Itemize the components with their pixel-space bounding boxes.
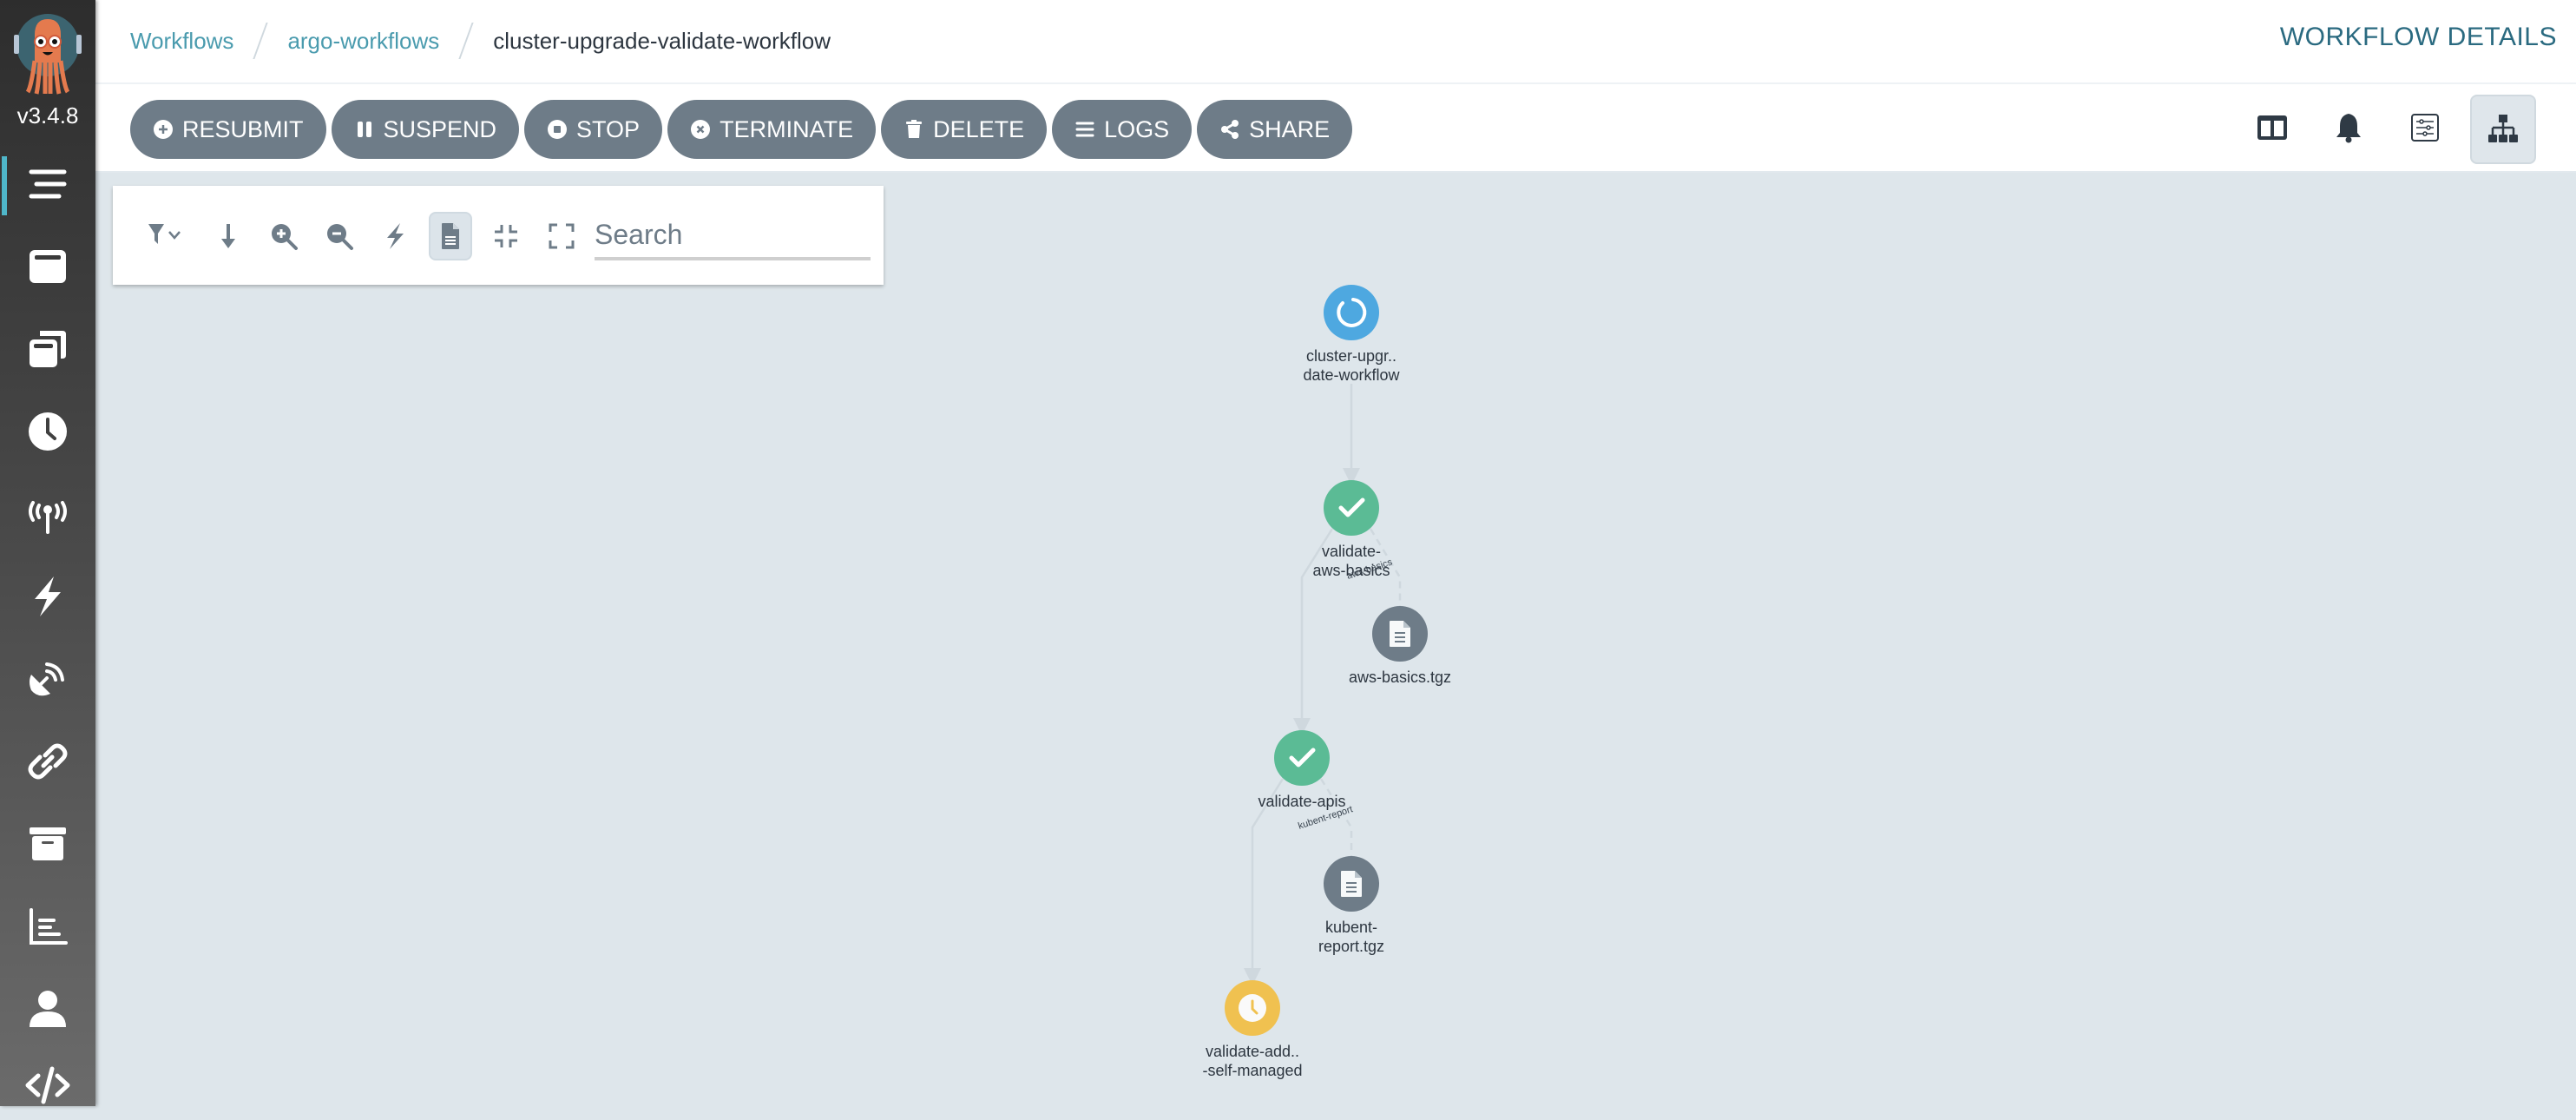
sidebar-item-reports[interactable] [0, 892, 95, 961]
sidebar-item-user[interactable] [0, 974, 95, 1044]
satellite-dish-icon [30, 662, 64, 696]
sidebar-item-workflows[interactable] [0, 149, 95, 219]
collapse-button[interactable] [484, 212, 528, 260]
user-icon [30, 991, 66, 1027]
file-icon [1341, 871, 1362, 897]
arrow-down-icon [221, 224, 235, 248]
filter-icon [148, 224, 181, 244]
zoom-in-icon [272, 224, 298, 250]
link-icon [28, 743, 68, 780]
node-status-circle[interactable] [1324, 285, 1379, 340]
node-label: kubent- [1325, 919, 1377, 936]
fast-render-button[interactable] [373, 212, 417, 260]
bars-icon [29, 169, 67, 199]
argo-logo[interactable] [9, 9, 87, 96]
expand-icon [549, 223, 575, 249]
sidebar-item-sensors[interactable] [0, 562, 95, 631]
node-label: aws-basics [1312, 562, 1390, 579]
direction-button[interactable] [207, 212, 250, 260]
workflow-graph-canvas[interactable]: aws-basicskubent-report cluster-upgr..da… [0, 0, 2576, 1106]
sidebar: v3.4.8 [0, 0, 95, 1106]
app-version: v3.4.8 [16, 102, 79, 128]
graph-search-input[interactable] [595, 212, 871, 260]
file-icon [442, 223, 459, 249]
sidebar-item-cluster-workflow-templates[interactable] [0, 314, 95, 384]
sidebar-item-api-docs[interactable] [0, 1051, 95, 1120]
sidebar-item-links[interactable] [0, 727, 95, 796]
fullscreen-button[interactable] [540, 212, 583, 260]
compress-icon [495, 225, 517, 247]
window-icon [30, 250, 66, 283]
zoom-in-button[interactable] [262, 212, 306, 260]
graph-node-aws-basics-artifact[interactable]: aws-basics.tgz [1349, 606, 1451, 686]
filter-dropdown[interactable] [137, 212, 194, 260]
window-restore-icon [30, 331, 66, 367]
graph-node-kubent-artifact[interactable]: kubent-report.tgz [1318, 856, 1384, 955]
bolt-icon [35, 576, 61, 616]
zoom-out-button[interactable] [318, 212, 361, 260]
code-icon [25, 1066, 70, 1104]
sidebar-item-archived-workflows[interactable] [0, 809, 95, 879]
file-icon [1390, 621, 1410, 647]
show-artifacts-button[interactable] [429, 212, 472, 260]
graph-node-apis[interactable]: validate-apis [1258, 730, 1346, 810]
bolt-icon [387, 223, 404, 249]
broadcast-tower-icon [29, 501, 67, 534]
node-label: date-workflow [1303, 366, 1400, 384]
graph-node-aws-basics[interactable]: validate-aws-basics [1312, 480, 1390, 579]
node-status-circle[interactable] [1274, 730, 1330, 786]
sidebar-item-event-sources[interactable] [0, 479, 95, 549]
node-status-circle[interactable] [1324, 480, 1379, 536]
node-label: validate- [1322, 543, 1381, 560]
node-label: cluster-upgr.. [1306, 347, 1396, 365]
archive-icon [30, 827, 66, 860]
node-label: validate-apis [1258, 793, 1345, 810]
node-label: validate-add.. [1206, 1043, 1299, 1060]
node-label: aws-basics.tgz [1349, 669, 1451, 686]
clock-icon [1239, 994, 1266, 1022]
node-label: report.tgz [1318, 938, 1384, 955]
graph-toolbar-panel [113, 186, 884, 285]
zoom-out-icon [327, 224, 353, 250]
graph-node-root[interactable]: cluster-upgr..date-workflow [1303, 285, 1401, 384]
clock-icon [29, 412, 67, 451]
chart-bar-icon [30, 908, 68, 945]
sidebar-item-cron-workflows[interactable] [0, 397, 95, 466]
sidebar-item-workflow-templates[interactable] [0, 232, 95, 301]
graph-node-self-managed[interactable]: validate-add.. -self-managed [1202, 980, 1303, 1079]
sidebar-item-event-flow[interactable] [0, 644, 95, 714]
node-label: -self-managed [1202, 1062, 1302, 1079]
